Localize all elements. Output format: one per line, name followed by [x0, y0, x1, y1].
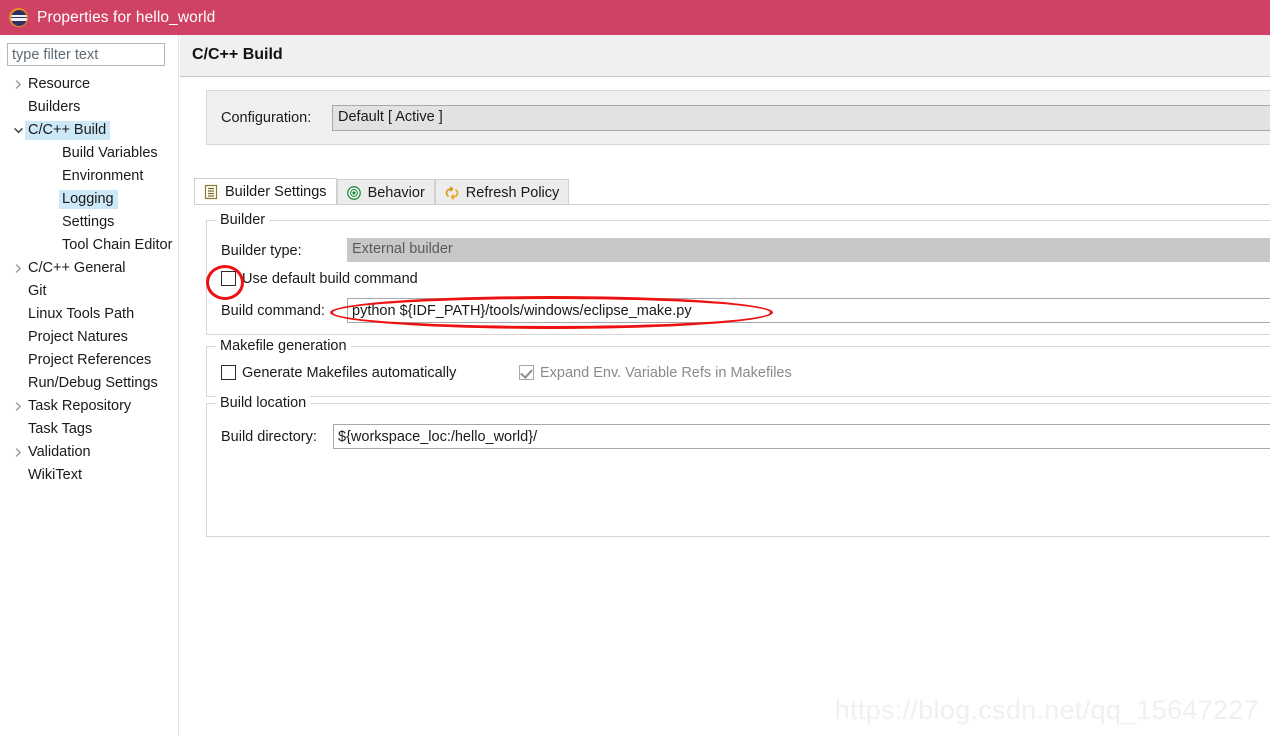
sidebar-item-tool-chain-editor[interactable]: Tool Chain Editor: [0, 234, 178, 257]
builder-type-label: Builder type:: [221, 243, 302, 259]
generate-makefiles-label: Generate Makefiles automatically: [242, 365, 457, 381]
sidebar-item-wikitext[interactable]: WikiText: [0, 464, 178, 487]
sidebar-item-c-c-general[interactable]: C/C++ General: [0, 257, 178, 280]
target-circle-icon: [346, 185, 368, 201]
sidebar-item-build-variables[interactable]: Build Variables: [0, 142, 178, 165]
sidebar-item-label: Linux Tools Path: [28, 306, 135, 322]
sidebar-item-git[interactable]: Git: [0, 280, 178, 303]
builder-tab-bar: Builder Settings Behavior Refresh Policy: [194, 178, 570, 205]
sidebar-item-label: Project Natures: [28, 329, 128, 345]
builder-type-value: External builder: [347, 238, 1270, 262]
settings-sidebar: Resource Builders C/C++ Build Build Variabl…: [0, 35, 179, 736]
chevron-right-icon[interactable]: [11, 448, 25, 457]
sidebar-item-validation[interactable]: Validation: [0, 441, 178, 464]
expand-env-refs-checkbox: [519, 365, 534, 380]
tab-underline: [194, 204, 1270, 205]
use-default-build-command-checkbox[interactable]: [221, 271, 236, 286]
sidebar-item-label: Settings: [62, 214, 115, 230]
configuration-label: Configuration:: [221, 110, 312, 126]
build-location-group-title: Build location: [216, 395, 311, 411]
build-location-group: Build location Build directory:: [206, 395, 1270, 537]
sidebar-item-label: Builders: [28, 99, 81, 115]
expand-env-refs-label: Expand Env. Variable Refs in Makefiles: [540, 365, 792, 381]
configuration-panel: Configuration: Default [ Active ]: [206, 90, 1270, 145]
watermark-text: https://blog.csdn.net/qq_15647227: [834, 695, 1259, 725]
chevron-right-icon[interactable]: [11, 402, 25, 411]
sidebar-item-run-debug-settings[interactable]: Run/Debug Settings: [0, 372, 178, 395]
page-header: C/C++ Build: [180, 35, 1270, 77]
sidebar-item-label: Task Tags: [28, 421, 93, 437]
sidebar-item-settings[interactable]: Settings: [0, 211, 178, 234]
sidebar-item-label: Git: [28, 283, 47, 299]
window-title: Properties for hello_world: [37, 8, 216, 26]
window-title-bar: Properties for hello_world: [0, 0, 1270, 35]
builder-group-title: Builder: [216, 212, 270, 228]
sidebar-item-label: C/C++ General: [28, 260, 126, 276]
eclipse-icon: [9, 8, 28, 27]
chevron-right-icon[interactable]: [11, 80, 25, 89]
sidebar-item-label: WikiText: [28, 467, 82, 483]
sidebar-item-project-natures[interactable]: Project Natures: [0, 326, 178, 349]
configuration-dropdown[interactable]: Default [ Active ]: [332, 105, 1270, 131]
tab-label: Builder Settings: [225, 184, 327, 200]
sidebar-item-label: Tool Chain Editor: [62, 237, 173, 253]
sidebar-item-resource[interactable]: Resource: [0, 73, 178, 96]
list-lines-icon: [203, 184, 225, 200]
sidebar-item-environment[interactable]: Environment: [0, 165, 178, 188]
sidebar-item-label: C/C++ Build: [25, 121, 111, 140]
chevron-down-icon[interactable]: [11, 126, 25, 135]
build-command-label: Build command:: [221, 303, 325, 319]
sidebar-item-label: Run/Debug Settings: [28, 375, 158, 391]
settings-tree: Resource Builders C/C++ Build Build Variabl…: [0, 73, 178, 487]
tab-builder-settings[interactable]: Builder Settings: [194, 178, 337, 205]
filter-input[interactable]: [7, 43, 165, 66]
chevron-right-icon[interactable]: [11, 264, 25, 273]
use-default-build-command-label: Use default build command: [242, 271, 418, 287]
makefile-group-title: Makefile generation: [216, 338, 351, 354]
sidebar-item-label: Task Repository: [28, 398, 132, 414]
build-directory-label: Build directory:: [221, 429, 317, 445]
sidebar-item-builders[interactable]: Builders: [0, 96, 178, 119]
sidebar-item-c-c-build[interactable]: C/C++ Build: [0, 119, 178, 142]
sidebar-item-linux-tools-path[interactable]: Linux Tools Path: [0, 303, 178, 326]
settings-content-pane: C/C++ Build Configuration: Default [ Act…: [180, 35, 1270, 736]
tab-behavior[interactable]: Behavior: [336, 179, 435, 205]
makefile-generation-group: Makefile generation Generate Makefiles a…: [206, 338, 1270, 397]
sidebar-item-label: Logging: [59, 190, 118, 209]
build-directory-input[interactable]: [333, 424, 1270, 449]
sidebar-item-label: Build Variables: [62, 145, 158, 161]
tab-refresh-policy[interactable]: Refresh Policy: [434, 179, 570, 205]
tab-label: Refresh Policy: [465, 184, 560, 201]
sidebar-item-task-tags[interactable]: Task Tags: [0, 418, 178, 441]
refresh-arrows-icon: [444, 185, 466, 201]
sidebar-item-project-references[interactable]: Project References: [0, 349, 178, 372]
sidebar-item-label: Project References: [28, 352, 152, 368]
sidebar-item-task-repository[interactable]: Task Repository: [0, 395, 178, 418]
sidebar-item-label: Environment: [62, 168, 144, 184]
builder-group: Builder Builder type: External builder U…: [206, 212, 1270, 335]
generate-makefiles-checkbox[interactable]: [221, 365, 236, 380]
page-title: C/C++ Build: [192, 46, 283, 63]
sidebar-item-label: Resource: [28, 76, 91, 92]
tab-label: Behavior: [367, 184, 425, 201]
sidebar-item-label: Validation: [28, 444, 91, 460]
build-command-input[interactable]: [347, 298, 1270, 323]
sidebar-item-logging[interactable]: Logging: [0, 188, 178, 211]
